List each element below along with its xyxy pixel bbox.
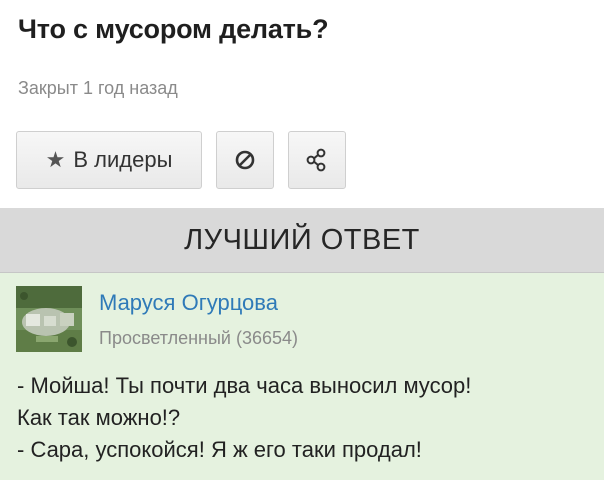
answer-line: - Мойша! Ты почти два часа выносил мусор… [17,373,472,398]
answer-line: - Сара, успокойся! Я ж его таки продал! [17,437,422,462]
share-button[interactable] [288,131,346,189]
star-icon: ★ [45,147,66,172]
share-icon [306,148,326,172]
question-title: Что с мусором делать? [18,14,329,44]
author-name-link[interactable]: Маруся Огурцова [99,290,278,316]
avatar[interactable] [16,286,82,352]
question-status: Закрыт 1 год назад [18,78,178,98]
add-to-leaders-label: В лидеры [73,147,173,172]
block-icon [235,150,255,170]
answer-line: Как так можно!? [17,405,181,430]
best-answer-header: ЛУЧШИЙ ОТВЕТ [0,208,604,273]
author-rank: Просветленный (36654) [99,328,299,348]
question-actions: ★ В лидеры [16,131,346,189]
answer-text: - Мойша! Ты почти два часа выносил мусор… [17,370,592,466]
best-answer-panel: Маруся Огурцова Просветленный (36654) - … [0,273,604,480]
add-to-leaders-button[interactable]: ★ В лидеры [16,131,202,189]
block-button[interactable] [216,131,274,189]
